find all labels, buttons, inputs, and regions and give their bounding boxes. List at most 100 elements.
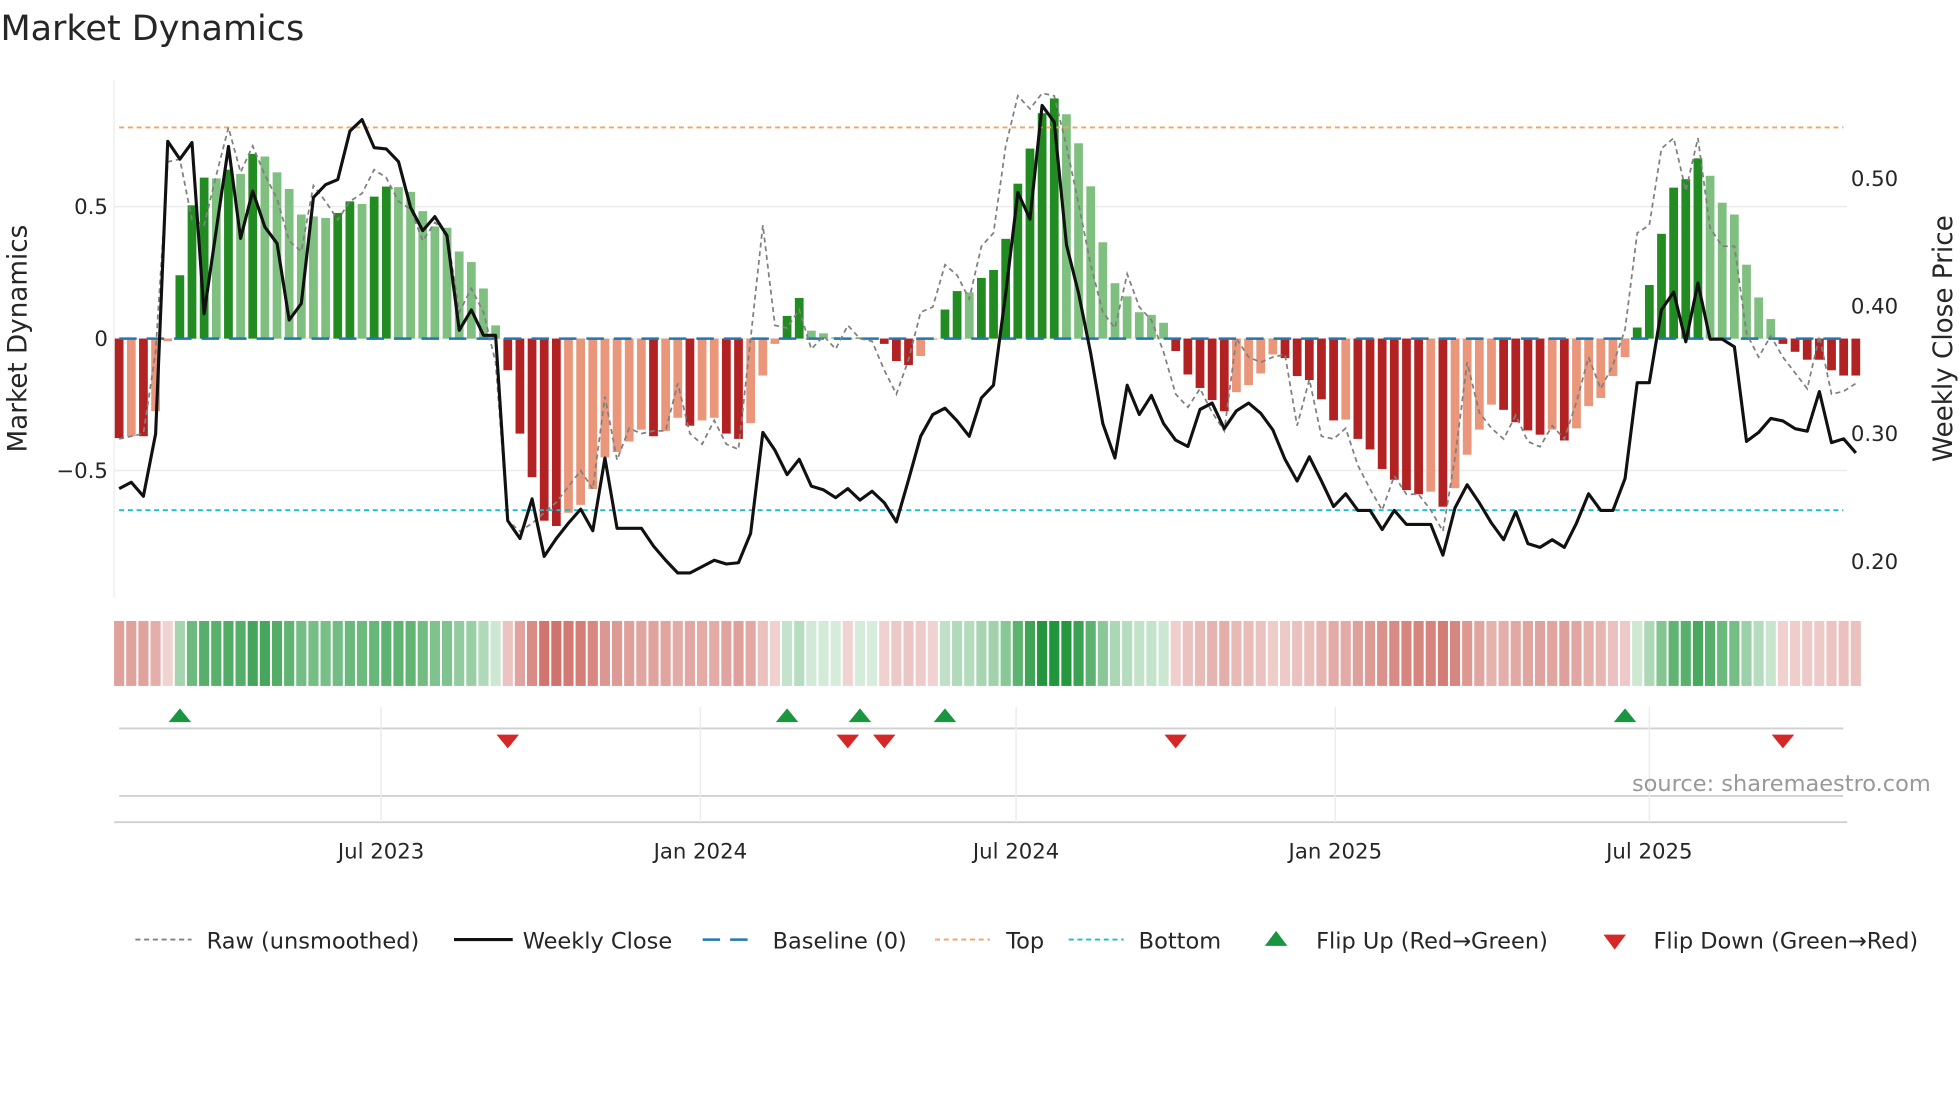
- heatmap-cell: [709, 620, 720, 686]
- y2-axis-title: Weekly Close Price: [1929, 215, 1959, 462]
- bar-negative: [1377, 338, 1387, 469]
- heatmap-cell: [466, 620, 477, 686]
- heatmap-cell: [526, 620, 538, 686]
- heatmap-cell: [296, 620, 307, 686]
- bar-positive: [1098, 242, 1108, 339]
- heatmap-cell: [1219, 620, 1230, 686]
- heatmap-cell: [199, 620, 210, 686]
- heatmap-cell: [1182, 620, 1193, 686]
- bar-positive: [1681, 179, 1691, 339]
- bar-negative: [1523, 338, 1533, 431]
- heatmap-cell: [1340, 620, 1351, 686]
- heatmap-cell: [1292, 620, 1303, 686]
- heatmap-cell: [271, 620, 283, 686]
- bar-negative: [697, 338, 707, 421]
- bar-positive: [1159, 322, 1168, 339]
- heatmap-cell: [356, 620, 368, 686]
- heatmap-cell: [867, 620, 878, 686]
- bar-negative: [649, 338, 658, 437]
- heatmap-cell: [648, 620, 659, 686]
- bar-positive: [357, 204, 367, 339]
- heatmap-cell: [1449, 620, 1461, 686]
- bar-negative: [1268, 338, 1278, 355]
- bar-negative: [1304, 338, 1314, 381]
- bar-positive: [1134, 312, 1144, 339]
- bar-negative: [1183, 338, 1193, 375]
- heatmap-cell: [879, 620, 890, 686]
- heatmap-cell: [1146, 620, 1157, 686]
- heatmap-cell: [1498, 620, 1509, 686]
- heatmap-cell: [1571, 620, 1582, 686]
- bar-positive: [977, 277, 986, 339]
- heatmap-cell: [806, 620, 817, 686]
- heatmap-cell: [539, 620, 550, 686]
- x-tick-label: Jul 2024: [971, 839, 1059, 864]
- bar-negative: [1219, 338, 1229, 412]
- heatmap-cell: [1583, 620, 1594, 686]
- bar-negative: [114, 338, 124, 439]
- heatmap-cell: [1377, 620, 1388, 686]
- heatmap-cell: [1753, 620, 1764, 686]
- bar-negative: [624, 338, 634, 442]
- heatmap-cell: [1231, 620, 1242, 686]
- heatmap-cell: [1037, 620, 1048, 686]
- market-dynamics-chart: Market Dynamics 0.50−0.5 0.500.400.300.2…: [0, 9, 1959, 954]
- bar-positive: [187, 205, 197, 339]
- x-tick-label: Jul 2025: [1604, 839, 1692, 864]
- heatmap-cell: [126, 620, 137, 686]
- heatmap-cell: [672, 620, 683, 686]
- bar-negative: [673, 338, 683, 418]
- heatmap-cell: [1207, 620, 1218, 686]
- bar-negative: [163, 338, 173, 342]
- y-axis-title: Market Dynamics: [4, 225, 34, 453]
- bar-positive: [345, 201, 355, 339]
- legend-item-close: Weekly Close: [453, 928, 672, 954]
- heatmap-cell: [1595, 620, 1606, 686]
- heatmap-cell: [162, 620, 173, 686]
- heatmap-cell: [1619, 620, 1631, 686]
- bar-negative: [515, 338, 525, 434]
- heatmap-cell: [1437, 620, 1448, 686]
- heatmap-cell: [624, 620, 635, 686]
- bar-negative: [770, 338, 780, 344]
- legend-item-baseline: Baseline (0): [702, 928, 907, 954]
- top-legend-label: Top: [1005, 928, 1044, 954]
- bar-negative: [139, 338, 148, 437]
- heatmap-cell: [1024, 620, 1036, 686]
- heatmap-cell: [733, 620, 744, 686]
- bar-positive: [321, 217, 330, 339]
- heatmap-cell: [830, 620, 841, 686]
- heatmap-cell: [1632, 620, 1643, 686]
- y2-tick-label: 0.30: [1851, 422, 1898, 447]
- bar-negative: [709, 338, 719, 418]
- heatmap-cell: [405, 620, 416, 686]
- bar-negative: [1584, 338, 1593, 407]
- bar-negative: [1547, 338, 1557, 430]
- chart-title: Market Dynamics: [0, 9, 304, 49]
- heatmap-cell: [1413, 620, 1424, 686]
- heatmap-cell: [927, 620, 938, 686]
- heatmap-cell: [1777, 620, 1789, 686]
- heatmap-cell: [454, 620, 465, 686]
- bar-positive: [333, 212, 343, 339]
- bar-positive: [394, 187, 403, 339]
- y-tick-label: 0: [94, 327, 108, 352]
- heatmap-cell: [114, 620, 125, 686]
- bar-negative: [1450, 338, 1460, 489]
- bar-positive: [175, 275, 185, 339]
- heatmap-cell: [782, 620, 793, 686]
- heatmap-cell: [1073, 620, 1084, 686]
- heatmap-cell: [1668, 620, 1679, 686]
- heatmap-cell: [769, 620, 781, 686]
- bar-negative: [503, 338, 513, 371]
- y-tick-label: 0.5: [74, 195, 108, 220]
- bar-negative: [1365, 338, 1375, 450]
- heatmap-cell: [1559, 620, 1570, 686]
- bar-positive: [952, 291, 962, 339]
- heatmap-cell: [1425, 620, 1436, 686]
- heatmap-cell: [891, 620, 902, 686]
- legend-item-flip-up: Flip Up (Red→Green): [1264, 928, 1548, 954]
- bar-negative: [1317, 338, 1326, 400]
- heatmap-cell: [1790, 620, 1801, 686]
- heatmap-cell: [344, 620, 355, 686]
